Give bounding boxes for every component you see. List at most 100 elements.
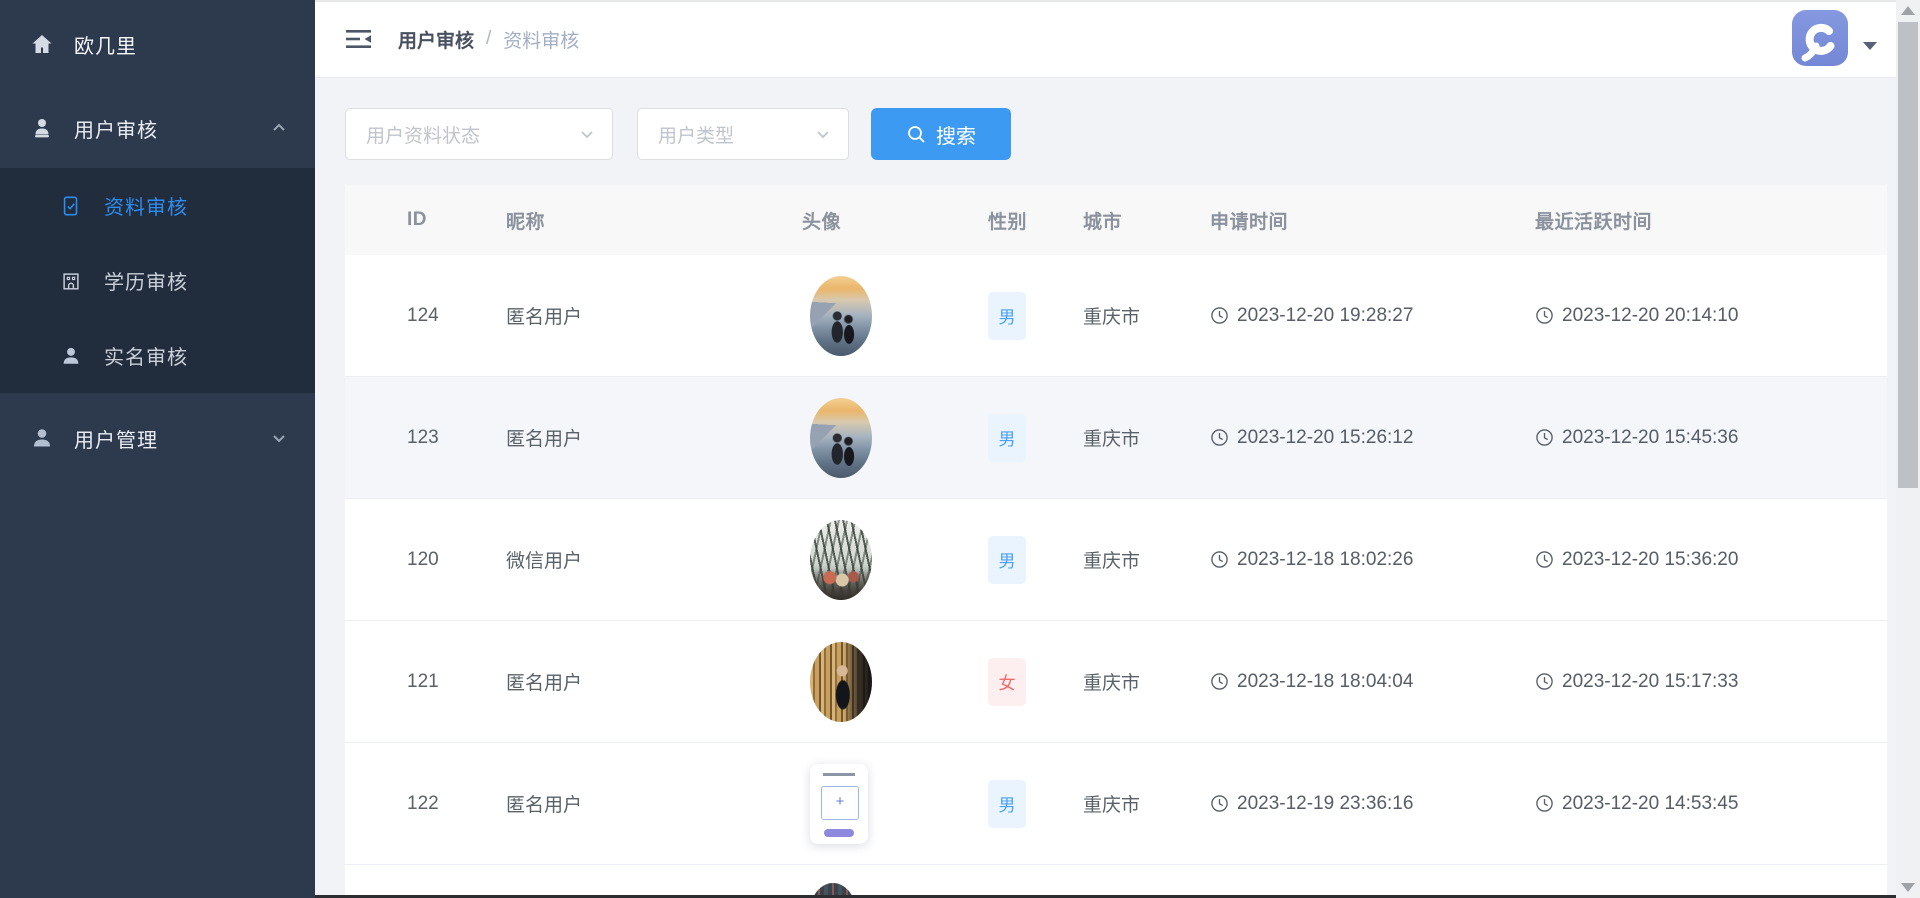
- column-header-active-time: 最近活跃时间: [1535, 207, 1887, 234]
- user-avatar: [810, 764, 868, 844]
- gender-badge: 男: [988, 780, 1026, 828]
- user-account-avatar[interactable]: [1792, 10, 1848, 66]
- person-icon: [60, 345, 82, 367]
- chevron-down-icon: [578, 125, 596, 143]
- select-placeholder: 用户类型: [658, 121, 734, 148]
- cell-active-time: 2023-12-20 14:53:45: [1535, 793, 1887, 815]
- breadcrumb-parent[interactable]: 用户审核: [398, 26, 474, 53]
- clock-icon: [1210, 306, 1229, 325]
- apply-time-text: 2023-12-20 19:28:27: [1237, 305, 1413, 327]
- document-check-icon: [60, 195, 82, 217]
- cell-id: 120: [407, 549, 506, 571]
- gender-badge: 男: [988, 292, 1026, 340]
- search-button[interactable]: 搜索: [871, 108, 1011, 160]
- column-header-avatar: 头像: [802, 207, 988, 234]
- sidebar-submenu: 资料审核 学历审核: [0, 168, 315, 393]
- breadcrumb: 用户审核 / 资料审核: [398, 0, 579, 78]
- sidebar-item-education-review[interactable]: 学历审核: [0, 243, 315, 318]
- scrollbar-thumb[interactable]: [1898, 22, 1918, 488]
- cell-apply-time: 2023-12-18 18:02:26: [1210, 549, 1535, 571]
- scrollbar-up-arrow[interactable]: [1901, 6, 1915, 15]
- filter-bar: 用户资料状态 用户类型 搜索: [345, 108, 1011, 160]
- cell-id: 121: [407, 671, 506, 693]
- sidebar-item-label: 用户管理: [74, 424, 158, 453]
- table-row[interactable]: 122 匿名用户 男 重庆市 2023-12-19 23:36:16 2023-…: [345, 743, 1887, 865]
- chevron-up-icon: [271, 120, 287, 136]
- cell-active-time: 2023-12-20 15:45:36: [1535, 427, 1887, 449]
- cell-id: 122: [407, 793, 506, 815]
- sidebar: 欧几里 用户审核: [0, 0, 315, 898]
- clock-icon: [1535, 428, 1554, 447]
- sidebar-item-label: 实名审核: [104, 341, 188, 370]
- cell-nickname: 微信用户: [506, 546, 802, 573]
- table-row[interactable]: 120 微信用户 男 重庆市 2023-12-18 18:02:26 2023-…: [345, 499, 1887, 621]
- column-header-city: 城市: [1083, 207, 1210, 234]
- topbar: 用户审核 / 资料审核: [315, 0, 1896, 78]
- breadcrumb-separator: /: [486, 28, 491, 50]
- clock-icon: [1535, 672, 1554, 691]
- clock-icon: [1210, 794, 1229, 813]
- breadcrumb-current: 资料审核: [503, 26, 579, 53]
- clock-icon: [1210, 428, 1229, 447]
- apply-time-text: 2023-12-18 18:02:26: [1237, 549, 1413, 571]
- clock-icon: [1535, 794, 1554, 813]
- gender-badge: 女: [988, 658, 1026, 706]
- apply-time-text: 2023-12-19 23:36:16: [1237, 793, 1413, 815]
- clock-icon: [1535, 306, 1554, 325]
- sidebar-item-label: 用户审核: [74, 114, 158, 143]
- cell-active-time: 2023-12-20 20:14:10: [1535, 305, 1887, 327]
- active-time-text: 2023-12-20 20:14:10: [1562, 305, 1738, 327]
- cell-city: 重庆市: [1083, 302, 1210, 329]
- person-icon: [30, 426, 54, 450]
- sidebar-logo-label: 欧几里: [74, 30, 137, 59]
- column-header-gender: 性别: [988, 207, 1083, 234]
- sidebar-logo[interactable]: 欧几里: [0, 0, 315, 88]
- profile-status-select[interactable]: 用户资料状态: [345, 108, 613, 160]
- search-icon: [906, 124, 926, 144]
- chevron-down-icon: [814, 125, 832, 143]
- sidebar-item-label: 学历审核: [104, 266, 188, 295]
- sidebar-item-user-review[interactable]: 用户审核: [0, 88, 315, 168]
- apply-time-text: 2023-12-18 18:04:04: [1237, 671, 1413, 693]
- table-body: 124 匿名用户 男 重庆市 2023-12-20 19:28:27 2023-…: [345, 255, 1887, 865]
- cell-nickname: 匿名用户: [506, 668, 802, 695]
- cell-apply-time: 2023-12-19 23:36:16: [1210, 793, 1535, 815]
- table-row[interactable]: 124 匿名用户 男 重庆市 2023-12-20 19:28:27 2023-…: [345, 255, 1887, 377]
- user-avatar: [810, 520, 872, 600]
- sidebar-item-profile-review[interactable]: 资料审核: [0, 168, 315, 243]
- cell-apply-time: 2023-12-20 19:28:27: [1210, 305, 1535, 327]
- cell-apply-time: 2023-12-18 18:04:04: [1210, 671, 1535, 693]
- app-window: 欧几里 用户审核: [0, 0, 1920, 898]
- table-row-partial[interactable]: [345, 865, 1887, 898]
- apply-time-text: 2023-12-20 15:26:12: [1237, 427, 1413, 449]
- active-time-text: 2023-12-20 14:53:45: [1562, 793, 1738, 815]
- cell-id: 124: [407, 305, 506, 327]
- cell-city: 重庆市: [1083, 668, 1210, 695]
- column-header-id: ID: [407, 209, 506, 231]
- column-header-apply-time: 申请时间: [1210, 207, 1535, 234]
- browser-scrollbar[interactable]: [1896, 0, 1920, 898]
- user-avatar: [810, 398, 872, 478]
- table-row[interactable]: 123 匿名用户 男 重庆市 2023-12-20 15:26:12 2023-…: [345, 377, 1887, 499]
- user-type-select[interactable]: 用户类型: [637, 108, 849, 160]
- table-row[interactable]: 121 匿名用户 女 重庆市 2023-12-18 18:04:04 2023-…: [345, 621, 1887, 743]
- menu-fold-icon[interactable]: [345, 27, 373, 51]
- gender-badge: 男: [988, 414, 1026, 462]
- user-avatar: [810, 276, 872, 356]
- gender-badge: 男: [988, 536, 1026, 584]
- user-review-icon: [30, 116, 54, 140]
- cell-nickname: 匿名用户: [506, 424, 802, 451]
- sidebar-item-user-management[interactable]: 用户管理: [0, 393, 315, 483]
- select-placeholder: 用户资料状态: [366, 121, 480, 148]
- review-table: ID 昵称 头像 性别 城市 申请时间 最近活跃时间 124 匿名用户 男 重庆…: [345, 185, 1887, 898]
- sidebar-item-realname-review[interactable]: 实名审核: [0, 318, 315, 393]
- account-dropdown-caret[interactable]: [1863, 42, 1877, 50]
- clock-icon: [1535, 550, 1554, 569]
- clock-icon: [1210, 550, 1229, 569]
- column-header-nickname: 昵称: [506, 207, 802, 234]
- scrollbar-down-arrow[interactable]: [1901, 883, 1915, 892]
- building-icon: [60, 270, 82, 292]
- cell-active-time: 2023-12-20 15:17:33: [1535, 671, 1887, 693]
- table-header: ID 昵称 头像 性别 城市 申请时间 最近活跃时间: [345, 185, 1887, 255]
- cell-city: 重庆市: [1083, 790, 1210, 817]
